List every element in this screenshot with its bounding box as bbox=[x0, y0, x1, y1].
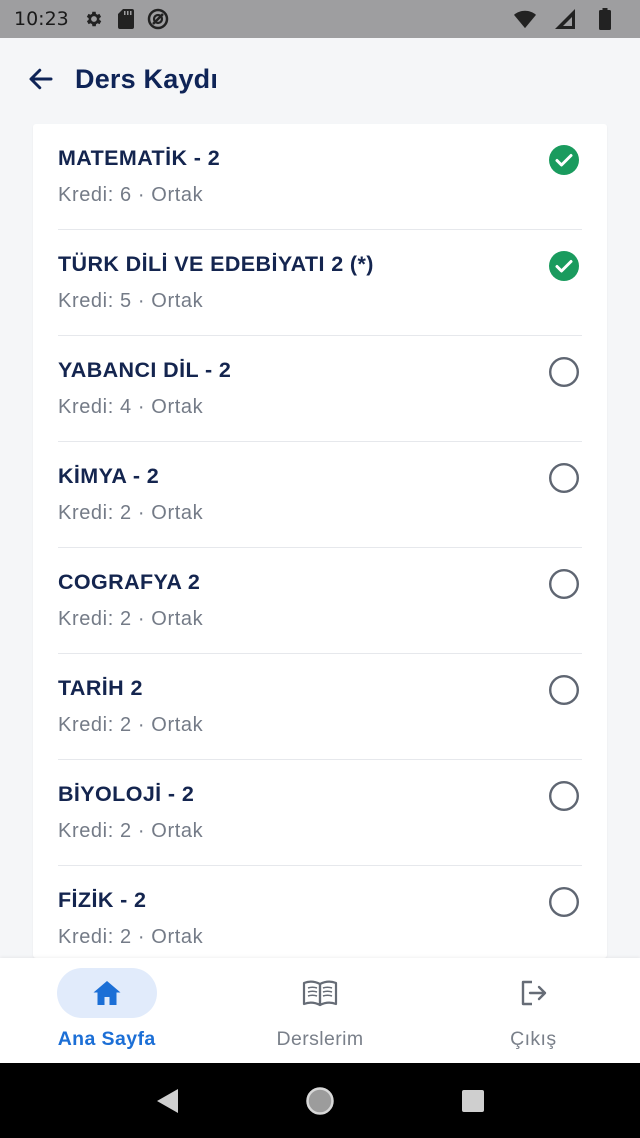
unchecked-circle-icon[interactable] bbox=[548, 356, 580, 388]
arrow-left-icon bbox=[29, 68, 53, 90]
circle-home-icon bbox=[306, 1086, 334, 1115]
checked-circle-icon[interactable] bbox=[548, 144, 580, 176]
system-back-button[interactable] bbox=[147, 1081, 187, 1121]
nav-label-home: Ana Sayfa bbox=[57, 1028, 156, 1050]
course-name: TÜRK DİLİ VE EDEBİYATI 2 (*) bbox=[58, 252, 374, 276]
nav-label-logout: Çıkış bbox=[510, 1028, 557, 1050]
bottom-navigation: Ana Sayfa Derslerim Çıkış bbox=[0, 958, 640, 1063]
unchecked-circle-icon[interactable] bbox=[548, 568, 580, 600]
course-row[interactable]: TARİH 2 Kredi: 2 · Ortak bbox=[58, 654, 582, 760]
course-meta: Kredi: 5 · Ortak bbox=[58, 290, 204, 312]
wifi-icon bbox=[514, 8, 536, 30]
app-bar: Ders Kaydı bbox=[0, 38, 640, 120]
status-time: 10:23 bbox=[14, 8, 69, 30]
square-recents-icon bbox=[462, 1089, 485, 1112]
course-name: FİZİK - 2 bbox=[58, 888, 147, 912]
checked-circle-icon[interactable] bbox=[548, 250, 580, 282]
triangle-back-icon bbox=[156, 1088, 178, 1113]
nav-label-derslerim: Derslerim bbox=[276, 1028, 364, 1050]
course-name: COGRAFYA 2 bbox=[58, 570, 201, 594]
sd-card-icon bbox=[115, 8, 137, 30]
course-name: MATEMATİK - 2 bbox=[58, 146, 221, 170]
course-name: BİYOLOJİ - 2 bbox=[58, 782, 195, 806]
nav-active-indicator bbox=[56, 968, 157, 1018]
course-meta: Kredi: 4 · Ortak bbox=[58, 396, 204, 418]
unchecked-circle-icon[interactable] bbox=[548, 674, 580, 706]
course-row[interactable]: TÜRK DİLİ VE EDEBİYATI 2 (*) Kredi: 5 · … bbox=[58, 230, 582, 336]
course-row[interactable]: FİZİK - 2 Kredi: 2 · Ortak bbox=[58, 866, 582, 958]
book-icon bbox=[302, 980, 338, 1007]
nav-icon-wrap bbox=[270, 968, 370, 1018]
home-icon bbox=[93, 981, 121, 1005]
course-row[interactable]: MATEMATİK - 2 Kredi: 6 · Ortak bbox=[58, 124, 582, 230]
nav-item-logout[interactable]: Çıkış bbox=[427, 958, 640, 1063]
unchecked-circle-icon[interactable] bbox=[548, 462, 580, 494]
course-row[interactable]: KİMYA - 2 Kredi: 2 · Ortak bbox=[58, 442, 582, 548]
course-name: KİMYA - 2 bbox=[58, 464, 160, 488]
nav-icon-wrap bbox=[483, 968, 583, 1018]
course-list-card: MATEMATİK - 2 Kredi: 6 · Ortak TÜRK DİLİ… bbox=[33, 124, 607, 958]
course-name: YABANCI DİL - 2 bbox=[58, 358, 232, 382]
nav-item-derslerim[interactable]: Derslerim bbox=[213, 958, 426, 1063]
page-title: Ders Kaydı bbox=[75, 63, 219, 94]
battery-icon bbox=[594, 8, 616, 30]
unchecked-circle-icon[interactable] bbox=[548, 780, 580, 812]
back-button[interactable] bbox=[24, 62, 58, 96]
course-row[interactable]: YABANCI DİL - 2 Kredi: 4 · Ortak bbox=[58, 336, 582, 442]
course-name: TARİH 2 bbox=[58, 676, 143, 700]
course-row[interactable]: BİYOLOJİ - 2 Kredi: 2 · Ortak bbox=[58, 760, 582, 866]
status-bar: 10:23 bbox=[0, 0, 640, 38]
system-home-button[interactable] bbox=[300, 1081, 340, 1121]
nav-item-home[interactable]: Ana Sayfa bbox=[0, 958, 213, 1063]
logout-icon bbox=[522, 980, 547, 1006]
unchecked-circle-icon[interactable] bbox=[548, 886, 580, 918]
course-meta: Kredi: 2 · Ortak bbox=[58, 820, 204, 842]
course-meta: Kredi: 2 · Ortak bbox=[58, 502, 204, 524]
settings-icon bbox=[83, 8, 105, 30]
course-meta: Kredi: 2 · Ortak bbox=[58, 926, 204, 948]
system-navigation-bar bbox=[0, 1063, 640, 1138]
course-meta: Kredi: 6 · Ortak bbox=[58, 184, 204, 206]
course-meta: Kredi: 2 · Ortak bbox=[58, 714, 204, 736]
course-row[interactable]: COGRAFYA 2 Kredi: 2 · Ortak bbox=[58, 548, 582, 654]
course-meta: Kredi: 2 · Ortak bbox=[58, 608, 204, 630]
no-disturb-icon bbox=[147, 8, 169, 30]
system-recents-button[interactable] bbox=[453, 1081, 493, 1121]
signal-icon bbox=[554, 8, 576, 30]
